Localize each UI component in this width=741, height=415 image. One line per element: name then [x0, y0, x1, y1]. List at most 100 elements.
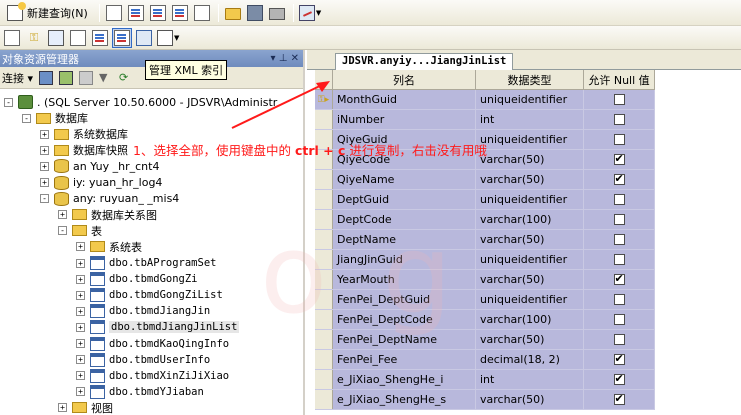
new-query-button[interactable]: 新建查询(N): [2, 1, 93, 23]
refresh-icon[interactable]: ⟳: [119, 71, 133, 85]
expand-icon[interactable]: +: [76, 371, 85, 381]
sql-compact-query-button[interactable]: [192, 3, 212, 23]
database-engine-query-button[interactable]: [104, 3, 124, 23]
expand-icon[interactable]: +: [40, 129, 49, 139]
table-row[interactable]: ⚿▸ MonthGuid uniqueidentifier: [315, 90, 655, 110]
table-row[interactable]: iNumber int: [315, 110, 655, 130]
disconnect-icon[interactable]: [59, 70, 74, 85]
collapse-icon[interactable]: -: [4, 97, 13, 107]
collapse-icon[interactable]: -: [40, 194, 49, 204]
data-type-cell[interactable]: int: [476, 110, 584, 129]
column-name-cell[interactable]: DeptGuid: [333, 190, 476, 209]
allow-null-checkbox[interactable]: [613, 352, 625, 365]
row-selector[interactable]: [315, 350, 333, 369]
expand-icon[interactable]: +: [76, 322, 85, 332]
expand-icon[interactable]: +: [76, 242, 85, 252]
tree-item[interactable]: + 视图: [58, 399, 113, 415]
expand-icon[interactable]: +: [40, 161, 49, 171]
collapse-icon[interactable]: -: [58, 226, 67, 236]
expand-icon[interactable]: +: [76, 306, 85, 316]
data-type-cell[interactable]: uniqueidentifier: [476, 290, 584, 309]
save-button[interactable]: [245, 3, 265, 23]
allow-null-checkbox[interactable]: [613, 334, 625, 345]
data-type-cell[interactable]: uniqueidentifier: [476, 250, 584, 269]
expand-icon[interactable]: +: [76, 258, 85, 268]
print-button[interactable]: [267, 3, 287, 23]
expand-icon[interactable]: +: [76, 274, 85, 284]
data-type-cell[interactable]: varchar(100): [476, 210, 584, 229]
expand-icon[interactable]: +: [40, 178, 49, 187]
check-constraints-button[interactable]: ▼: [156, 28, 180, 48]
collapse-icon[interactable]: -: [22, 113, 31, 123]
xmla-query-button[interactable]: [170, 3, 190, 23]
allow-null-checkbox[interactable]: [613, 172, 625, 185]
document-tab[interactable]: JDSVR.anyiy...JiangJinList: [335, 53, 514, 70]
allow-null-checkbox[interactable]: [613, 294, 625, 305]
set-primary-key-button[interactable]: ⚿: [24, 28, 44, 48]
manage-spatial-index-button[interactable]: [134, 28, 154, 48]
connect-button[interactable]: 连接 ▾: [2, 70, 33, 86]
data-type-cell[interactable]: decimal(18, 2): [476, 350, 584, 369]
relationships-button[interactable]: [46, 28, 66, 48]
table-row[interactable]: FenPei_Fee decimal(18, 2): [315, 350, 655, 370]
allow-null-checkbox[interactable]: [613, 234, 625, 245]
row-selector[interactable]: [315, 170, 333, 189]
data-type-cell[interactable]: uniqueidentifier: [476, 130, 584, 149]
expand-icon[interactable]: +: [58, 210, 67, 220]
allow-null-checkbox[interactable]: [613, 214, 625, 225]
row-selector[interactable]: [315, 190, 333, 209]
data-type-cell[interactable]: varchar(50): [476, 390, 584, 409]
expand-icon[interactable]: +: [58, 403, 67, 413]
data-type-cell[interactable]: int: [476, 370, 584, 389]
expand-icon[interactable]: +: [76, 339, 85, 348]
allow-null-checkbox[interactable]: [613, 194, 625, 205]
manage-xml-index-button[interactable]: [112, 27, 132, 48]
data-type-cell[interactable]: varchar(50): [476, 150, 584, 169]
data-type-cell[interactable]: uniqueidentifier: [476, 190, 584, 209]
expand-icon[interactable]: +: [76, 387, 85, 397]
connect-icon[interactable]: [39, 70, 54, 85]
stop-icon[interactable]: [79, 70, 94, 85]
expand-icon[interactable]: +: [76, 290, 85, 300]
open-file-button[interactable]: [223, 3, 243, 23]
table-row[interactable]: QiyeName varchar(50): [315, 170, 655, 190]
data-type-cell[interactable]: varchar(100): [476, 310, 584, 329]
manage-indexes-button[interactable]: [68, 28, 88, 48]
data-type-cell[interactable]: varchar(50): [476, 230, 584, 249]
allow-null-checkbox[interactable]: [613, 314, 625, 325]
panel-controls[interactable]: ▾ ⊥ ✕: [271, 53, 303, 64]
table-row[interactable]: e_JiXiao_ShengHe_s varchar(50): [315, 390, 655, 410]
allow-null-checkbox[interactable]: [613, 392, 625, 405]
column-name-cell[interactable]: e_JiXiao_ShengHe_s: [333, 390, 476, 409]
generate-script-button[interactable]: [2, 28, 22, 48]
filter-icon[interactable]: ▼: [99, 71, 113, 85]
manage-fulltext-button[interactable]: [90, 28, 110, 48]
column-name-cell[interactable]: QiyeName: [333, 170, 476, 189]
allow-null-checkbox[interactable]: [613, 272, 625, 285]
row-selector[interactable]: [315, 370, 333, 389]
data-type-cell[interactable]: varchar(50): [476, 330, 584, 349]
allow-null-checkbox[interactable]: [613, 254, 625, 265]
mdx-query-button[interactable]: [126, 3, 146, 23]
row-selector[interactable]: [315, 390, 333, 409]
column-name-cell[interactable]: iNumber: [333, 110, 476, 129]
table-row[interactable]: e_JiXiao_ShengHe_i int: [315, 370, 655, 390]
row-selector[interactable]: [315, 110, 333, 129]
row-selector[interactable]: ⚿▸: [315, 90, 333, 109]
activity-monitor-button[interactable]: ▼: [298, 3, 322, 23]
allow-null-checkbox[interactable]: [613, 114, 625, 125]
data-type-cell[interactable]: uniqueidentifier: [476, 90, 584, 109]
column-name-cell[interactable]: FenPei_Fee: [333, 350, 476, 369]
allow-null-checkbox[interactable]: [613, 372, 625, 385]
data-type-cell[interactable]: varchar(50): [476, 170, 584, 189]
column-name-cell[interactable]: e_JiXiao_ShengHe_i: [333, 370, 476, 389]
data-type-cell[interactable]: varchar(50): [476, 270, 584, 289]
column-name-cell[interactable]: MonthGuid: [333, 90, 476, 109]
allow-null-checkbox[interactable]: [613, 94, 625, 105]
allow-null-checkbox[interactable]: [613, 152, 625, 165]
expand-icon[interactable]: +: [76, 355, 85, 365]
allow-null-checkbox[interactable]: [613, 134, 625, 145]
dmx-query-button[interactable]: [148, 3, 168, 23]
expand-icon[interactable]: +: [40, 145, 49, 155]
table-row[interactable]: DeptGuid uniqueidentifier: [315, 190, 655, 210]
